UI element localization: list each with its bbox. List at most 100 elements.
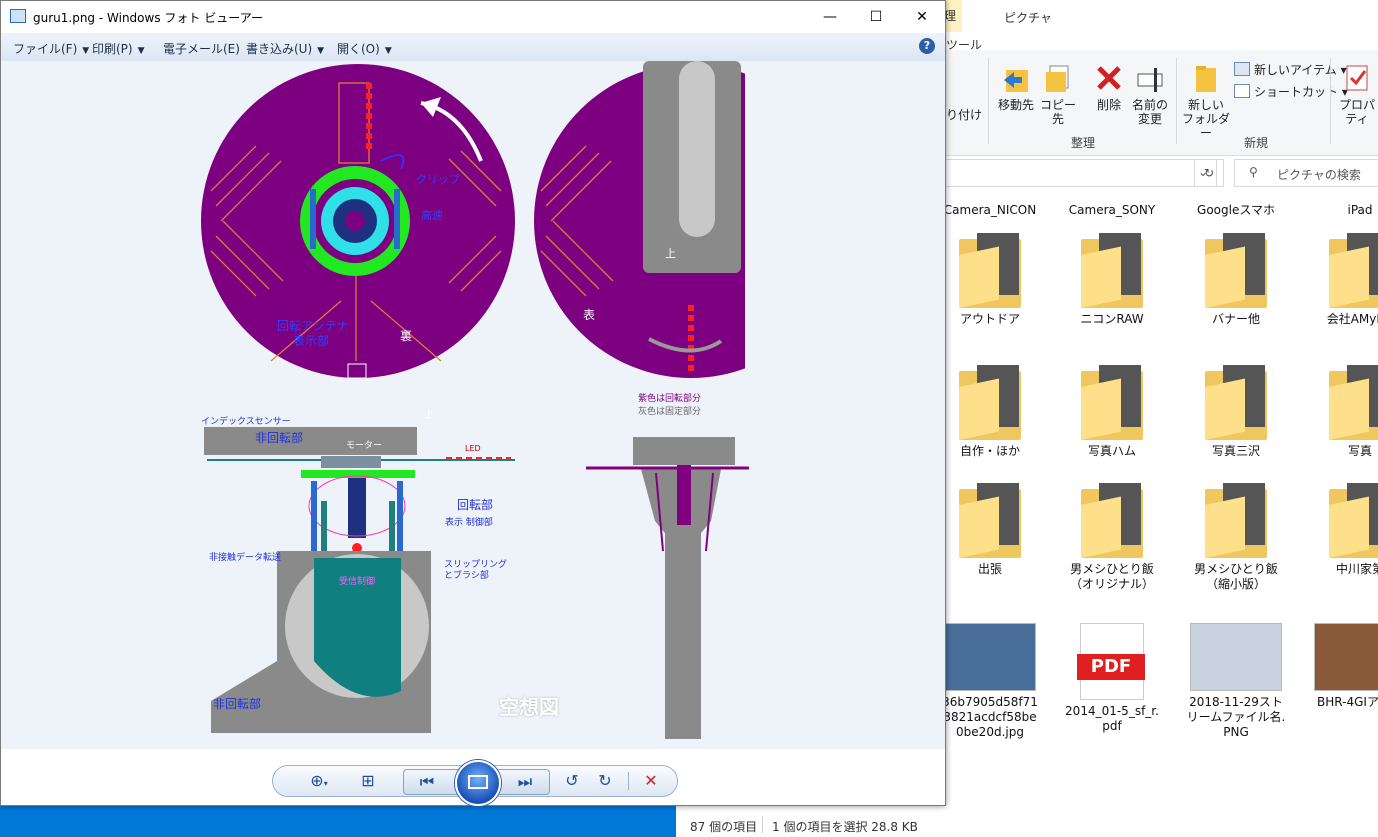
new-item-icon xyxy=(1234,62,1250,76)
rename-button[interactable]: 名前の 変更 xyxy=(1130,62,1170,126)
rotate-left-icon[interactable]: ↺ xyxy=(558,766,586,796)
search-input[interactable]: ⚲ ピクチャの検索 xyxy=(1234,159,1378,187)
non-rotating-bottom-label: 非回転部 xyxy=(213,697,262,711)
item-name-label: アウトドア xyxy=(959,312,1020,326)
folder-icon xyxy=(1081,233,1143,308)
folder-item[interactable]: 会社AMyPic xyxy=(1310,233,1378,327)
next-button[interactable]: ⏭ xyxy=(508,770,542,794)
motor-label: モーター xyxy=(346,441,383,451)
folder-name-label[interactable]: Camera_NICON xyxy=(940,203,1040,218)
item-name-label: 会社AMyPic xyxy=(1326,312,1378,326)
viewer-toolbar: ⊕▾ ⊞ ⏮ ⏭ ↺ ↻ ✕ xyxy=(1,749,945,806)
menu-open[interactable]: 開く(O) ▼ xyxy=(337,40,392,57)
chevron-down-icon: ▼ xyxy=(384,46,392,56)
file-item[interactable]: PDF 2014_01-5_sf_r.pdf xyxy=(1062,623,1162,734)
folder-item[interactable]: 中川家第 xyxy=(1310,483,1378,577)
file-item[interactable]: 2018-11-29ストリームファイル名.PNG xyxy=(1186,623,1286,740)
delete-icon[interactable]: ✕ xyxy=(637,766,665,796)
slideshow-button[interactable] xyxy=(455,760,501,806)
status-bar: 87 個の項目 1 個の項目を選択 28.8 KB xyxy=(676,815,1378,837)
menu-email[interactable]: 電子メール(E) xyxy=(163,40,240,57)
copy-to-button[interactable]: コピー先 xyxy=(1038,62,1078,126)
folder-name-label[interactable]: Googleスマホ xyxy=(1186,203,1286,218)
delete-x-icon xyxy=(1097,66,1121,90)
folder-item[interactable]: バナー他 xyxy=(1186,233,1286,327)
window-title: guru1.png - Windows フォト ビューアー xyxy=(33,11,264,25)
image-thumbnail xyxy=(944,623,1036,691)
chevron-down-icon: ▼ xyxy=(137,46,145,56)
delete-button[interactable]: 削除 xyxy=(1092,62,1126,112)
chevron-down-icon: ▼ xyxy=(82,46,90,56)
non-rotating-top-label: 非回転部 xyxy=(255,431,304,445)
menu-file[interactable]: ファイル(F) ▼ xyxy=(13,40,89,57)
toolbar-divider xyxy=(628,772,629,790)
item-name-label: バナー他 xyxy=(1211,312,1260,326)
item-name-label: 男メシひとり飯（オリジナル） xyxy=(1069,562,1154,591)
rename-label-2: 変更 xyxy=(1137,112,1162,126)
folder-icon xyxy=(1081,483,1143,558)
properties-label: プロパティ xyxy=(1338,98,1375,126)
item-name-label: 2014_01-5_sf_r.pdf xyxy=(1065,704,1159,733)
rename-label-1: 名前の xyxy=(1131,98,1168,112)
item-name-label: 中川家第 xyxy=(1335,562,1378,576)
toolbar-pill: ⊕▾ ⊞ ⏮ ⏭ ↺ ↻ ✕ xyxy=(272,760,678,806)
file-item[interactable]: BHR-4GIアップ xyxy=(1310,623,1378,710)
refresh-icon[interactable]: ↻ xyxy=(1194,159,1224,187)
file-item[interactable]: 36b7905d58f713821acdcf58be0be20d.jpg xyxy=(940,623,1040,740)
new-folder-button[interactable]: 新しい フォルダー xyxy=(1181,62,1231,140)
slideshow-icon xyxy=(468,775,488,789)
item-name-label: 写真 xyxy=(1347,444,1372,458)
shortcut-icon xyxy=(1234,84,1250,98)
status-divider xyxy=(762,817,763,833)
concept-watermark: 空想図 xyxy=(499,695,559,719)
tab-picture-tools[interactable]: ピクチャ xyxy=(1004,9,1052,26)
folder-item[interactable]: 写真ハム xyxy=(1062,365,1162,459)
maximize-button[interactable]: ☐ xyxy=(853,1,899,33)
folder-item[interactable]: ニコンRAW xyxy=(1062,233,1162,327)
properties-button[interactable]: プロパティ xyxy=(1336,62,1378,126)
ribbon-separator xyxy=(1330,58,1331,144)
item-name-label: ニコンRAW xyxy=(1080,312,1144,326)
menu-email-label: 電子メール(E) xyxy=(163,42,240,56)
rotating-label: 回転部 xyxy=(457,498,494,512)
display-control-label: 表示 制御部 xyxy=(445,518,493,528)
menu-burn[interactable]: 書き込み(U) ▼ xyxy=(246,40,324,57)
menu-bar: ファイル(F) ▼ 印刷(P) ▼ 電子メール(E) 書き込み(U) ▼ 開く(O) ▼… xyxy=(1,33,945,62)
back-side-label: 裏 xyxy=(400,329,413,343)
folder-item[interactable]: 写真 xyxy=(1310,365,1378,459)
folder-item[interactable]: アウトドア xyxy=(940,233,1040,327)
close-button[interactable]: ✕ xyxy=(899,1,945,33)
rotate-right-icon[interactable]: ↻ xyxy=(591,766,619,796)
side-label: 高速 xyxy=(421,209,443,222)
noncontact-data-label: 非接触データ転送 xyxy=(209,553,282,563)
minimize-button[interactable]: — xyxy=(807,1,853,33)
zoom-icon: ⊕ xyxy=(310,771,324,790)
folder-icon xyxy=(1205,365,1267,440)
new-folder-label-2: フォルダー xyxy=(1181,112,1230,140)
front-side-label: 表 xyxy=(583,308,596,322)
image-canvas: 回転アンテナ 表示部 裏 クリップ 高速 上 表 紫色は回転部分 灰色は固定部分… xyxy=(1,61,945,749)
folder-item[interactable]: 出張 xyxy=(940,483,1040,577)
menu-print[interactable]: 印刷(P) ▼ xyxy=(92,40,145,57)
previous-button[interactable]: ⏮ xyxy=(410,770,444,794)
non-rotating-top-block xyxy=(204,427,417,455)
folder-icon xyxy=(1081,365,1143,440)
folder-icon xyxy=(1329,233,1378,308)
pdf-badge: PDF xyxy=(1077,654,1145,680)
folder-item[interactable]: 男メシひとり飯（縮小版） xyxy=(1186,483,1286,592)
move-to-button[interactable]: 移動先 xyxy=(996,62,1036,112)
folder-name-label[interactable]: Camera_SONY xyxy=(1062,203,1162,218)
folder-item[interactable]: 自作・ほか xyxy=(940,365,1040,459)
item-name-label: BHR-4GIアップ xyxy=(1317,695,1378,709)
index-sensor-label: インデックスセンサー xyxy=(201,417,291,427)
paste-button[interactable]: り付け xyxy=(946,108,982,122)
folder-item[interactable]: 男メシひとり飯（オリジナル） xyxy=(1062,483,1162,592)
item-name-label: 男メシひとり飯（縮小版） xyxy=(1194,562,1278,591)
help-icon[interactable]: ? xyxy=(919,38,935,54)
actual-size-icon[interactable]: ⊞ xyxy=(353,766,383,796)
folder-item[interactable]: 写真三沢 xyxy=(1186,365,1286,459)
zoom-button[interactable]: ⊕▾ xyxy=(301,766,337,796)
photo-viewer-icon xyxy=(10,9,26,23)
folder-name-label[interactable]: iPad xyxy=(1310,203,1378,218)
move-to-icon xyxy=(1004,70,1028,92)
